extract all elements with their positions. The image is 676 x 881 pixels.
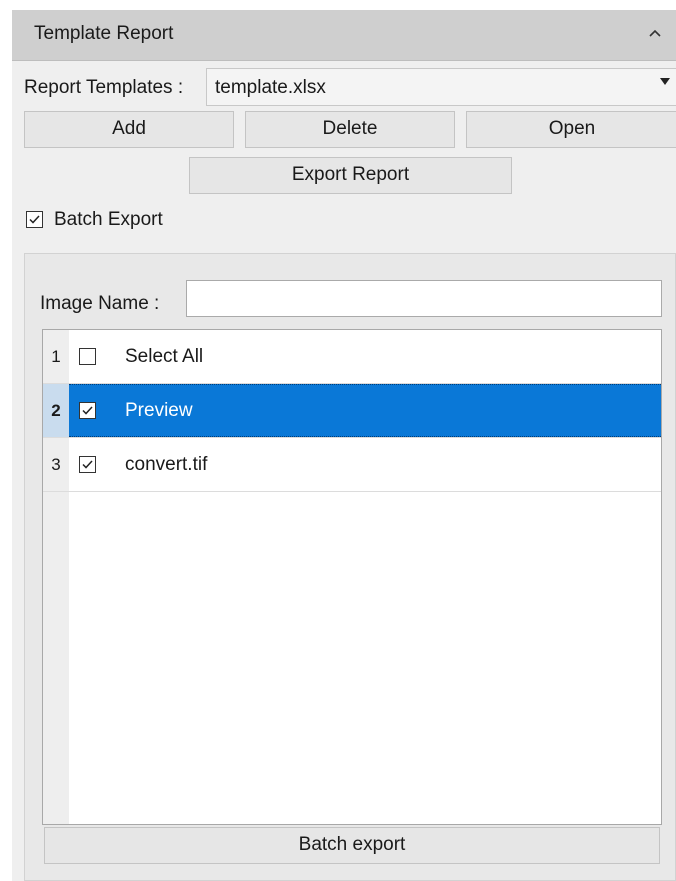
checkmark-icon — [82, 406, 93, 415]
row-number: 2 — [43, 384, 69, 437]
panel-header[interactable]: Template Report — [12, 10, 676, 61]
list-item-label: Preview — [125, 400, 193, 421]
checkmark-icon — [82, 460, 93, 469]
list-item-convert-tif[interactable]: 3 convert.tif — [43, 438, 661, 492]
list-item-label: Select All — [125, 346, 204, 367]
chevron-up-icon[interactable] — [644, 23, 666, 45]
export-report-button[interactable]: Export Report — [189, 157, 512, 194]
preview-checkbox[interactable] — [79, 402, 96, 419]
panel-title: Template Report — [34, 23, 174, 44]
image-list: 1 Select All 2 Preview 3 convert.tif — [42, 329, 662, 825]
list-item-preview[interactable]: 2 Preview — [43, 384, 661, 438]
convert-tif-checkbox[interactable] — [79, 456, 96, 473]
report-templates-label: Report Templates : — [24, 77, 184, 98]
image-name-input[interactable] — [186, 280, 662, 317]
list-item-label: convert.tif — [125, 454, 208, 475]
template-report-panel: Template Report Report Templates : templ… — [12, 10, 676, 881]
image-name-label: Image Name : — [40, 293, 160, 314]
list-cell[interactable]: Preview — [69, 384, 661, 437]
batch-export-checkbox[interactable] — [26, 211, 43, 228]
row-number: 3 — [43, 438, 69, 491]
delete-button[interactable]: Delete — [245, 111, 455, 148]
add-button[interactable]: Add — [24, 111, 234, 148]
list-cell[interactable]: Select All — [69, 330, 661, 383]
open-button[interactable]: Open — [466, 111, 676, 148]
checkmark-icon — [29, 215, 40, 224]
list-cell[interactable]: convert.tif — [69, 438, 661, 491]
dropdown-arrow-icon[interactable] — [660, 78, 670, 85]
batch-export-label: Batch Export — [54, 209, 163, 230]
list-item-select-all[interactable]: 1 Select All — [43, 330, 661, 384]
row-number: 1 — [43, 330, 69, 383]
report-templates-dropdown[interactable]: template.xlsx — [206, 68, 676, 106]
report-templates-value: template.xlsx — [215, 77, 326, 98]
batch-export-button[interactable]: Batch export — [44, 827, 660, 864]
select-all-checkbox[interactable] — [79, 348, 96, 365]
